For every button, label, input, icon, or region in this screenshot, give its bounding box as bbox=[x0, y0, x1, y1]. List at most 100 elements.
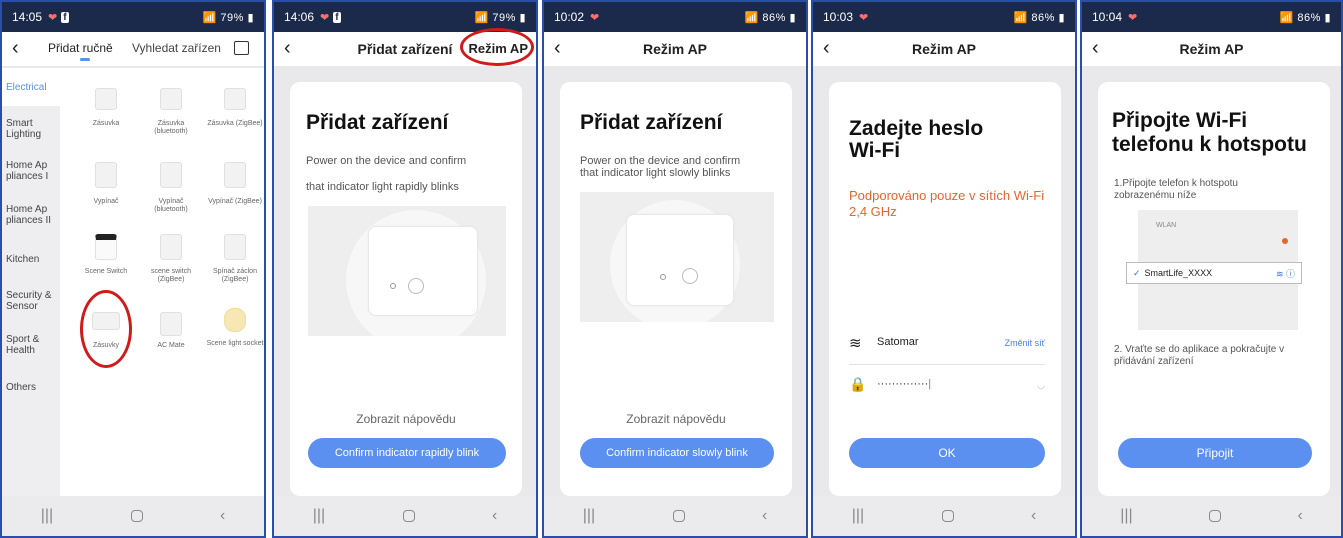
heart-icon: ❤ bbox=[859, 11, 869, 24]
switch-icon[interactable] bbox=[224, 162, 246, 188]
eye-hidden-icon[interactable]: ◡ bbox=[1037, 380, 1045, 391]
device-label: Vypínač (bluetooth) bbox=[154, 198, 188, 213]
sidebar-item-kitchen[interactable]: Kitchen bbox=[6, 254, 39, 265]
status-battery: 📶 86% ▮ bbox=[1013, 11, 1065, 24]
step-1-text: 1.Připojte telefon k hotspotu zobrazenému… bbox=[1114, 178, 1238, 201]
card-title: Přidat zařízení bbox=[580, 111, 723, 134]
android-nav-bar: ||| ‹ bbox=[274, 496, 536, 536]
switch-icon[interactable] bbox=[95, 162, 117, 188]
tab-add-manually[interactable]: Přidat ručně bbox=[48, 41, 113, 55]
back-icon[interactable]: ‹ bbox=[284, 38, 291, 58]
header: ‹ Režim AP bbox=[813, 32, 1075, 66]
device-label: Vypínač bbox=[93, 198, 119, 205]
show-help-link[interactable]: Zobrazit nápovědu bbox=[290, 412, 522, 426]
home-icon[interactable] bbox=[130, 510, 143, 522]
device-label: Scene Switch bbox=[84, 268, 128, 275]
scene-switch-icon[interactable] bbox=[160, 234, 182, 260]
instruction-line-1: Power on the device and confirm bbox=[306, 155, 467, 167]
device-label: Scene light socket bbox=[206, 340, 264, 347]
android-nav-bar: ||| ‹ bbox=[1082, 496, 1341, 536]
content-card: Přidat zařízení Power on the device and … bbox=[560, 82, 792, 496]
indicator-led-icon bbox=[660, 274, 666, 280]
instruction-line-2: that indicator light slowly blinks bbox=[580, 167, 731, 179]
status-time: 10:04 bbox=[1092, 10, 1123, 24]
phone-screen-3: 10:02 ❤ 📶 86% ▮ ‹ Režim AP Přidat zaříze… bbox=[542, 0, 808, 538]
facebook-icon: f bbox=[61, 11, 69, 23]
back-nav-icon[interactable]: ‹ bbox=[492, 507, 497, 525]
back-icon[interactable]: ‹ bbox=[823, 38, 830, 58]
recent-apps-icon[interactable]: ||| bbox=[1120, 507, 1132, 525]
device-grid: Zásuvka Zásuvka (bluetooth) Zásuvka (Zig… bbox=[60, 68, 264, 496]
confirm-button[interactable]: Confirm indicator slowly blink bbox=[580, 438, 774, 468]
status-battery: 📶 86% ▮ bbox=[744, 11, 796, 24]
tab-scan[interactable]: Vyhledat zařízen bbox=[132, 41, 221, 55]
instruction-line-2: that indicator light rapidly blinks bbox=[306, 181, 459, 193]
socket-icon[interactable] bbox=[224, 88, 246, 110]
android-nav-bar: ||| ‹ bbox=[2, 496, 264, 536]
home-icon[interactable] bbox=[402, 510, 415, 522]
sidebar-item-others[interactable]: Others bbox=[6, 382, 36, 393]
device-label: AC Mate bbox=[157, 342, 185, 349]
status-battery: 📶 79% ▮ bbox=[474, 11, 526, 24]
socket-icon[interactable] bbox=[95, 88, 117, 110]
curtain-switch-icon[interactable] bbox=[224, 234, 246, 260]
check-icon: ✓ bbox=[1133, 267, 1141, 278]
back-icon[interactable]: ‹ bbox=[12, 38, 19, 58]
back-nav-icon[interactable]: ‹ bbox=[1031, 507, 1036, 525]
show-help-link[interactable]: Zobrazit nápovědu bbox=[560, 412, 792, 426]
hotspot-network-item[interactable]: ✓ SmartLife_XXXX ≋ ⓘ bbox=[1126, 262, 1302, 284]
heart-icon: ❤ bbox=[1128, 11, 1138, 24]
back-nav-icon[interactable]: ‹ bbox=[220, 507, 225, 525]
content-card: Přidat zařízení Power on the device and … bbox=[290, 82, 522, 496]
socket-icon[interactable] bbox=[160, 88, 182, 110]
network-name: SmartLife_XXXX bbox=[1144, 268, 1213, 278]
status-time: 14:05 bbox=[12, 10, 43, 24]
device-label: Zásuvka (bluetooth) bbox=[154, 120, 188, 135]
back-icon[interactable]: ‹ bbox=[1092, 38, 1099, 58]
status-bar: 10:02 ❤ 📶 86% ▮ bbox=[544, 2, 806, 32]
ac-mate-icon[interactable] bbox=[160, 312, 182, 336]
change-network-link[interactable]: Změnit síť bbox=[1005, 338, 1045, 348]
status-battery: 📶 79% ▮ bbox=[202, 11, 254, 24]
connect-button[interactable]: Připojit bbox=[1118, 438, 1312, 468]
frequency-warning: Podporováno pouze v sítích Wi-Fi 2,4 GHz bbox=[849, 188, 1045, 219]
back-nav-icon[interactable]: ‹ bbox=[1297, 507, 1302, 525]
divider bbox=[849, 364, 1045, 365]
status-bar: 10:03 ❤ 📶 86% ▮ bbox=[813, 2, 1075, 32]
back-icon[interactable]: ‹ bbox=[554, 38, 561, 58]
wlan-label: WLAN bbox=[1156, 222, 1177, 229]
recent-apps-icon[interactable]: ||| bbox=[583, 507, 595, 525]
sidebar-item-smart-lighting[interactable]: Smart Lighting bbox=[6, 118, 46, 140]
highlight-circle bbox=[80, 290, 132, 368]
home-icon[interactable] bbox=[1209, 510, 1222, 522]
password-input[interactable]: ··············| bbox=[877, 378, 931, 390]
sidebar-item-security[interactable]: Security & Sensor bbox=[6, 290, 52, 312]
status-dot bbox=[1282, 238, 1288, 244]
switch-icon[interactable] bbox=[160, 162, 182, 188]
back-nav-icon[interactable]: ‹ bbox=[762, 507, 767, 525]
sidebar-item-home-appliances-2[interactable]: Home Ap pliances II bbox=[6, 204, 52, 226]
device-label: Zásuvka (ZigBee) bbox=[207, 120, 263, 127]
home-icon[interactable] bbox=[672, 510, 685, 522]
status-battery: 📶 86% ▮ bbox=[1279, 11, 1331, 24]
scene-switch-icon[interactable] bbox=[95, 234, 117, 260]
card-title: Přidat zařízení bbox=[306, 111, 449, 134]
device-illustration bbox=[308, 206, 506, 336]
recent-apps-icon[interactable]: ||| bbox=[313, 507, 325, 525]
home-icon[interactable] bbox=[941, 510, 954, 522]
recent-apps-icon[interactable]: ||| bbox=[852, 507, 864, 525]
ok-button[interactable]: OK bbox=[849, 438, 1045, 468]
sidebar-item-home-appliances-1[interactable]: Home Ap pliances I bbox=[6, 160, 52, 182]
wifi-ssid: Satomar bbox=[877, 336, 919, 348]
recent-apps-icon[interactable]: ||| bbox=[41, 507, 53, 525]
lock-icon: 🔒 bbox=[849, 376, 867, 392]
power-icon bbox=[682, 268, 698, 284]
confirm-button[interactable]: Confirm indicator rapidly blink bbox=[308, 438, 506, 468]
sidebar-item-electrical[interactable]: Electrical bbox=[6, 82, 47, 93]
sidebar-item-sport-health[interactable]: Sport & Health bbox=[6, 334, 46, 356]
content-card: Zadejte heslo Wi-Fi Podporováno pouze v … bbox=[829, 82, 1061, 496]
light-socket-icon[interactable] bbox=[224, 308, 246, 332]
header-tabs: ‹ Přidat ručně Vyhledat zařízen bbox=[2, 32, 264, 66]
scan-icon[interactable] bbox=[234, 41, 249, 55]
header: ‹ Režim AP bbox=[1082, 32, 1341, 66]
